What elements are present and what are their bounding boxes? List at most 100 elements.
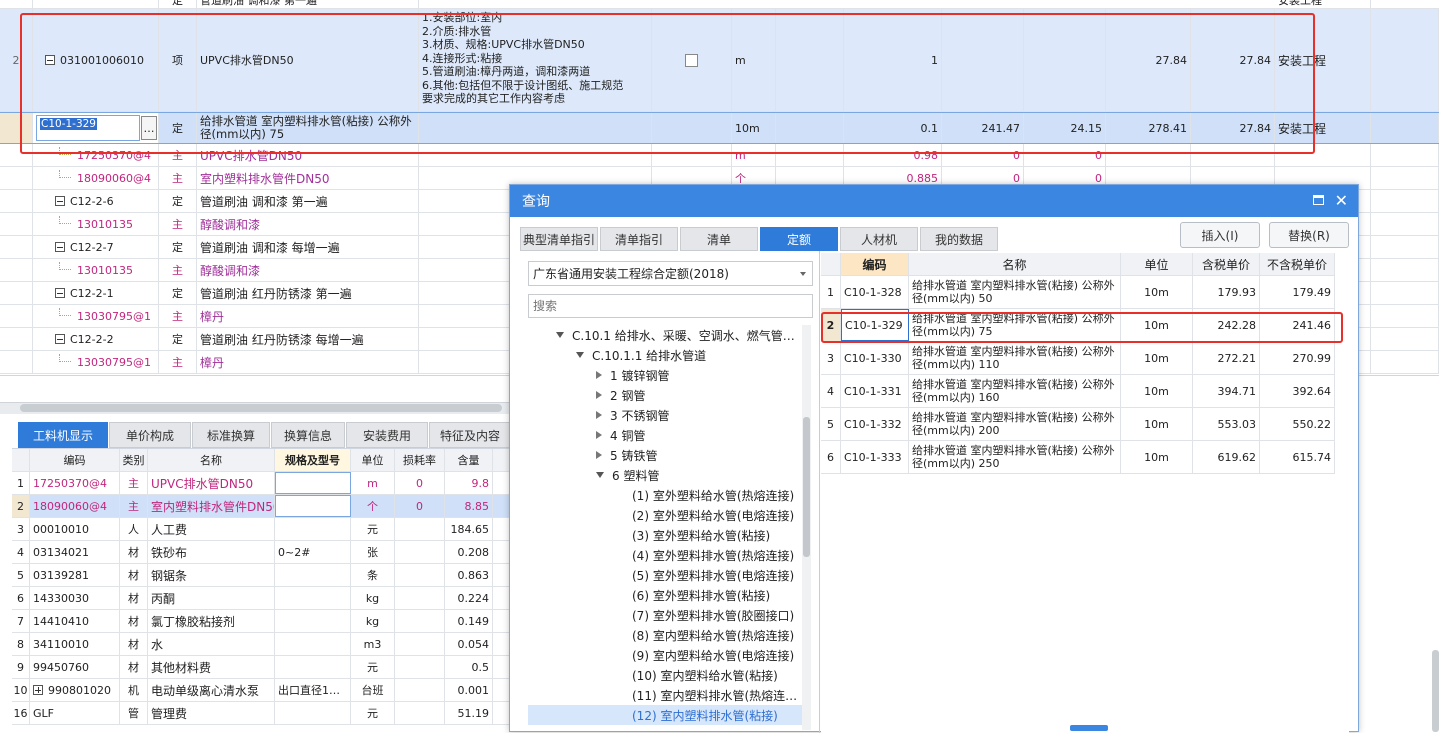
dialog-tab-4[interactable]: 人材机	[840, 227, 918, 251]
quota-code-picker-button[interactable]: …	[141, 116, 157, 140]
tree-node[interactable]: 4 铜管	[528, 425, 803, 445]
cell-name: 人工费	[151, 522, 188, 537]
insert-button[interactable]: 插入(I)	[1180, 222, 1260, 248]
tree-node[interactable]: 6 塑料管	[528, 465, 803, 485]
tree-node[interactable]: (11) 室内塑料排水管(热熔连…	[528, 685, 803, 705]
collapse-icon[interactable]	[55, 334, 65, 344]
table-row[interactable]: 1 17250370@4 主 UPVC排水管DN50 m 0 9.8	[12, 472, 510, 495]
tree-node[interactable]: (5) 室外塑料排水管(电熔连接)	[528, 565, 803, 585]
result-scroll-handle[interactable]	[1070, 725, 1108, 731]
tree-node[interactable]: (3) 室外塑料给水管(粘接)	[528, 525, 803, 545]
collapse-arrow-icon[interactable]	[576, 352, 584, 358]
table-row[interactable]: 6 14330030 材丙酮 kg 0.224	[12, 587, 510, 610]
table-row[interactable]: 4 03134021 材铁砂布 0~2# 张 0.208	[12, 541, 510, 564]
search-input[interactable]	[528, 294, 813, 318]
tree-node[interactable]: (12) 室内塑料排水管(粘接)	[528, 705, 803, 725]
quota-name: 给排水管道 室内塑料排水管(粘接) 公称外径(mm以内) 75	[200, 114, 412, 141]
result-row[interactable]: 4 C10-1-331 给排水管道 室内塑料排水管(粘接) 公称外径(mm以内) 1…	[821, 375, 1335, 408]
expand-arrow-icon[interactable]	[596, 391, 602, 399]
table-row[interactable]: 17250370@4 主 UPVC排水管DN50 m 0.98 0 0	[0, 144, 1439, 167]
table-row[interactable]: 3 00010010 人人工费 元 184.65	[12, 518, 510, 541]
tree-node[interactable]: (10) 室内塑料给水管(粘接)	[528, 665, 803, 685]
tree-node[interactable]: 1 镀锌钢管	[528, 365, 803, 385]
table-row[interactable]: 5 03139281 材钢锯条 条 0.863	[12, 564, 510, 587]
tab-0[interactable]: 工料机显示	[18, 422, 108, 448]
cell-qty: 0.863	[457, 568, 490, 582]
cell-qty: 0.208	[457, 545, 490, 559]
tree-node[interactable]: (8) 室内塑料给水管(热熔连接)	[528, 625, 803, 645]
collapse-icon[interactable]	[55, 242, 65, 252]
table-row-bill[interactable]: 2 031001006010 项 UPVC排水管DN50 1.安装部位:室内 2.…	[0, 9, 1439, 112]
result-row[interactable]: 2 C10-1-329 给排水管道 室内塑料排水管(粘接) 公称外径(mm以内) 7…	[821, 309, 1335, 342]
quota-value-4: 27.84	[1239, 121, 1272, 135]
detail-tabs: 工料机显示 单价构成 标准换算 换算信息 安装费用 特征及内容	[18, 422, 511, 448]
dialog-tab-2[interactable]: 清单	[680, 227, 758, 251]
collapse-icon[interactable]	[45, 55, 55, 65]
table-row[interactable]: 10 990801020 机电动单级离心清水泵 出口直径1… 台班 0.001	[12, 679, 510, 702]
tree-scrollbar-thumb[interactable]	[803, 417, 810, 557]
result-row[interactable]: 6 C10-1-333 给排水管道 室内塑料排水管(粘接) 公称外径(mm以内) 2…	[821, 441, 1335, 474]
expand-arrow-icon[interactable]	[596, 371, 602, 379]
close-icon[interactable]: ✕	[1335, 191, 1348, 210]
row-code: C12-2-7	[70, 240, 114, 254]
result-row[interactable]: 1 C10-1-328 给排水管道 室内塑料排水管(粘接) 公称外径(mm以内) 5…	[821, 276, 1335, 309]
row-number: 2	[826, 318, 835, 332]
pane-splitter[interactable]	[819, 251, 820, 733]
tree-node[interactable]: C.10.1.1 给排水管道	[528, 345, 803, 365]
collapse-arrow-icon[interactable]	[596, 472, 604, 478]
maximize-icon[interactable]	[1313, 195, 1324, 205]
tree-node[interactable]: (1) 室外塑料给水管(热熔连接)	[528, 485, 803, 505]
tree-node[interactable]: C.10.1 给排水、采暖、空调水、燃气管…	[528, 325, 803, 345]
replace-button[interactable]: 替换(R)	[1269, 222, 1349, 248]
tree-node[interactable]: 3 不锈钢管	[528, 405, 803, 425]
dialog-tab-5[interactable]: 我的数据	[920, 227, 998, 251]
scrollbar-thumb[interactable]	[20, 404, 502, 412]
collapse-icon[interactable]	[55, 288, 65, 298]
tree-node[interactable]: (4) 室外塑料排水管(热熔连接)	[528, 545, 803, 565]
tree-node[interactable]: 2 钢管	[528, 385, 803, 405]
table-row[interactable]: 8 34110010 材水 m3 0.054	[12, 633, 510, 656]
library-select[interactable]: 广东省通用安装工程综合定额(2018)	[528, 261, 813, 286]
checkbox[interactable]	[685, 53, 698, 67]
dialog-tab-0[interactable]: 典型清单指引	[520, 227, 598, 251]
tree-node[interactable]: 5 铸铁管	[528, 445, 803, 465]
tree-branch-line	[59, 216, 71, 224]
table-row[interactable]: 16 GLF 管管理费 元 51.19	[12, 702, 510, 725]
tree-node-label: (5) 室外塑料排水管(电熔连接)	[632, 568, 795, 583]
table-row[interactable]: 7 14410410 材氯丁橡胶粘接剂 kg 0.149	[12, 610, 510, 633]
tree-branch-line	[59, 170, 71, 178]
right-edge-scrollbar[interactable]	[1432, 650, 1439, 732]
tab-2[interactable]: 标准换算	[192, 422, 270, 448]
tree-node[interactable]: (7) 室外塑料排水管(胶圈接口)	[528, 605, 803, 625]
table-row[interactable]: 2 18090060@4 主室内塑料排水管件DN50 个 0 8.85	[12, 495, 510, 518]
collapse-arrow-icon[interactable]	[556, 332, 564, 338]
dialog-tab-1[interactable]: 清单指引	[600, 227, 678, 251]
quota-code-input[interactable]: C10-1-329	[40, 118, 97, 130]
table-row[interactable]: 定 管道刷油 调和漆 第一遍 安装工程	[0, 0, 1439, 9]
tree-pane: C.10.1 给排水、采暖、空调水、燃气管… C.10.1.1 给排水管道 1 镀锌…	[528, 325, 813, 733]
expand-arrow-icon[interactable]	[596, 431, 602, 439]
dialog-title-bar[interactable]: 查询 ✕	[510, 185, 1358, 217]
expand-arrow-icon[interactable]	[596, 411, 602, 419]
tab-3[interactable]: 换算信息	[271, 422, 345, 448]
table-row-quota[interactable]: C10-1-329 … 定 给排水管道 室内塑料排水管(粘接) 公称外径(mm以…	[0, 112, 1439, 144]
bill-major: 安装工程	[1278, 53, 1327, 68]
table-row[interactable]: 9 99450760 材其他材料费 元 0.5	[12, 656, 510, 679]
result-row[interactable]: 5 C10-1-332 给排水管道 室内塑料排水管(粘接) 公称外径(mm以内) 2…	[821, 408, 1335, 441]
row-major: 安装工程	[1278, 0, 1322, 7]
tab-4[interactable]: 安装费用	[346, 422, 428, 448]
tree-node[interactable]: (2) 室外塑料给水管(电熔连接)	[528, 505, 803, 525]
collapse-icon[interactable]	[55, 196, 65, 206]
dialog-tab-3[interactable]: 定额	[760, 227, 838, 251]
result-row[interactable]: 3 C10-1-330 给排水管道 室内塑料排水管(粘接) 公称外径(mm以内) 1…	[821, 342, 1335, 375]
tab-5[interactable]: 特征及内容	[429, 422, 511, 448]
expand-icon[interactable]	[33, 685, 43, 695]
expand-arrow-icon[interactable]	[596, 451, 602, 459]
tab-1[interactable]: 单价构成	[109, 422, 191, 448]
row-type: 定	[172, 287, 183, 300]
tree-node[interactable]: (9) 室内塑料给水管(电熔连接)	[528, 645, 803, 665]
cell-code: 14410410	[33, 614, 89, 628]
row-number: 7	[17, 614, 24, 628]
tree-node[interactable]: (6) 室外塑料排水管(粘接)	[528, 585, 803, 605]
column-header: 类别	[122, 454, 145, 467]
